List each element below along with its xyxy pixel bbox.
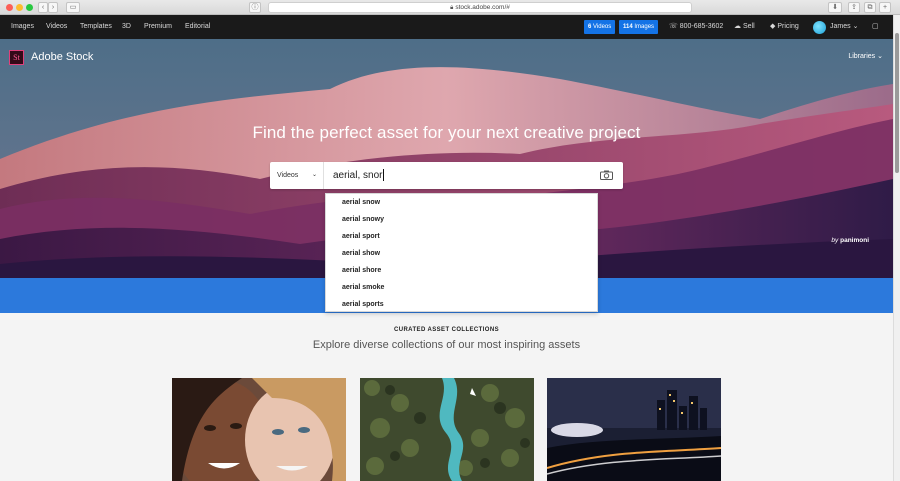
curated-subheading: Explore diverse collections of our most … (312, 339, 581, 351)
new-tab-icon[interactable]: + (879, 2, 891, 13)
search-bar: Videos ⌄ aerial, snor (270, 162, 623, 189)
page-scrollbar[interactable] (893, 15, 900, 481)
close-window-button[interactable] (6, 4, 13, 11)
forward-button[interactable]: › (48, 2, 58, 13)
phone-link[interactable]: ☏ 800-685-3602 (669, 15, 723, 39)
chevron-down-icon: ⌄ (311, 172, 317, 178)
lock-icon: 🔒︎ (450, 5, 454, 11)
city-night-thumbnail (547, 378, 721, 481)
libraries-menu[interactable]: Libraries ⌄ (848, 52, 883, 60)
suggestion-item[interactable]: aerial smoke (326, 279, 597, 296)
tabs-icon[interactable]: ⧉ (864, 2, 876, 13)
collection-card-portraits[interactable] (172, 378, 346, 481)
suggestion-item[interactable]: aerial show (326, 245, 597, 262)
portrait-thumbnail (172, 378, 346, 481)
nav-item-videos[interactable]: Videos (46, 15, 67, 39)
images-cart-button[interactable]: 114 Images (619, 20, 659, 34)
nav-item-premium[interactable]: Premium (144, 15, 172, 39)
top-nav: Images Videos Templates 3D Premium Edito… (0, 15, 893, 39)
image-credit: by panimoni (831, 237, 869, 244)
minimize-window-button[interactable] (16, 4, 23, 11)
chevron-down-icon: ⌄ (877, 53, 883, 60)
user-menu[interactable]: James ⌄ (830, 15, 858, 39)
tag-icon: ◆ (770, 23, 776, 30)
text-caret (383, 169, 385, 182)
collection-card-aerial[interactable] (360, 378, 534, 481)
back-button[interactable]: ‹ (38, 2, 48, 13)
zoom-window-button[interactable] (26, 4, 33, 11)
sidebar-toggle-icon[interactable]: ▭ (66, 2, 80, 13)
curated-heading: CURATED ASSET COLLECTIONS (393, 327, 499, 333)
pricing-link[interactable]: ◆ Pricing (770, 15, 799, 39)
nav-item-images[interactable]: Images (11, 15, 34, 39)
headset-icon: ☏ (669, 23, 678, 30)
address-bar[interactable]: 🔒︎ stock.adobe.com/# (268, 2, 692, 13)
reader-icon[interactable]: ⓘ (249, 2, 261, 13)
hero-title: Find the perfect asset for your next cre… (252, 123, 641, 142)
download-icon[interactable]: ⬇ (828, 2, 842, 13)
scrollbar-thumb[interactable] (895, 33, 899, 173)
camera-icon[interactable] (600, 170, 613, 180)
cloud-upload-icon: ☁ (734, 23, 741, 30)
nav-item-editorial[interactable]: Editorial (185, 15, 210, 39)
sell-link[interactable]: ☁ Sell (734, 15, 755, 39)
url-text: stock.adobe.com/# (455, 4, 510, 11)
adobe-stock-logo[interactable]: St (9, 50, 24, 65)
logo-text[interactable]: Adobe Stock (31, 50, 93, 65)
chat-icon[interactable]: ▢ (872, 15, 879, 39)
suggestion-item[interactable]: aerial shore (326, 262, 597, 279)
share-icon[interactable]: ⇪ (848, 2, 860, 13)
browser-toolbar: ‹ › ▭ ⓘ 🔒︎ stock.adobe.com/# ⬇ ⇪ ⧉ + (0, 0, 900, 15)
suggestion-item[interactable]: aerial sports (326, 296, 597, 313)
suggestion-item[interactable]: aerial snow (326, 194, 597, 211)
avatar[interactable] (813, 21, 826, 34)
asset-type-select[interactable]: Videos ⌄ (270, 162, 324, 189)
suggestion-item[interactable]: aerial sport (326, 228, 597, 245)
chevron-down-icon: ⌄ (852, 23, 859, 30)
search-input[interactable]: aerial, snor (333, 162, 385, 189)
aerial-forest-thumbnail (360, 378, 534, 481)
search-suggestions: aerial snow aerial snowy aerial sport ae… (325, 193, 598, 312)
suggestion-item[interactable]: aerial snowy (326, 211, 597, 228)
videos-cart-button[interactable]: 6 Videos (584, 20, 616, 34)
collection-card-city[interactable] (547, 378, 721, 481)
nav-item-templates[interactable]: Templates (80, 15, 112, 39)
credit-author-link[interactable]: panimoni (840, 237, 869, 244)
nav-item-3d[interactable]: 3D (122, 15, 131, 39)
